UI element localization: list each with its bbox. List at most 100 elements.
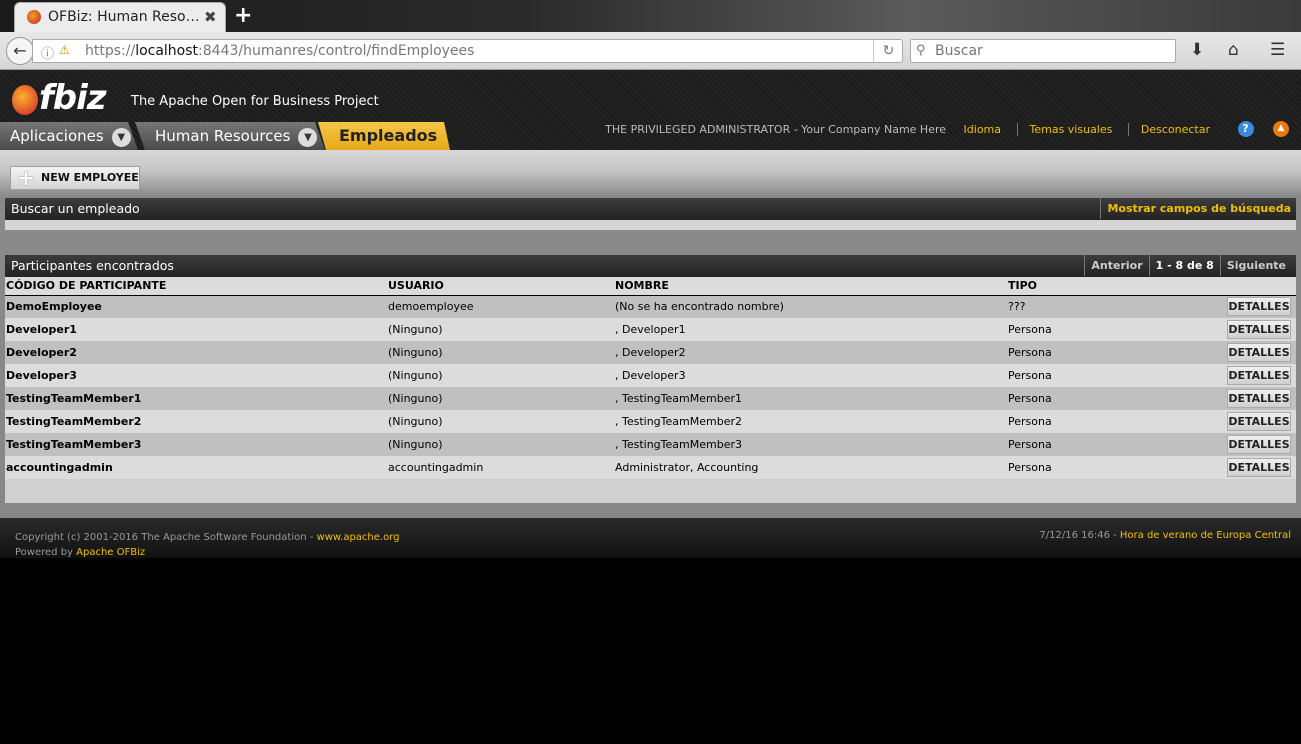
column-header-user[interactable]: USUARIO (387, 277, 614, 296)
new-employee-button[interactable]: + NEW EMPLOYEE (10, 166, 140, 190)
chevron-down-icon[interactable]: ▼ (298, 128, 318, 147)
tab-employees[interactable]: Empleados (318, 122, 450, 150)
actions-cell: DETALLES (1216, 318, 1296, 341)
search-panel-body (5, 220, 1296, 230)
close-tab-icon[interactable]: ✖ (204, 8, 217, 26)
download-icon[interactable]: ⬇ (1190, 40, 1204, 60)
party-id-cell[interactable]: Developer2 (5, 341, 387, 364)
collapse-header-icon[interactable]: ▲ (1273, 121, 1289, 137)
party-id-cell[interactable]: accountingadmin (5, 456, 387, 479)
user-cell: (Ninguno) (387, 341, 614, 364)
browser-search-bar[interactable]: ⚲ (910, 39, 1176, 63)
party-id-cell[interactable]: Developer1 (5, 318, 387, 341)
menu-icon[interactable]: ☰ (1270, 40, 1285, 60)
info-icon[interactable]: ⓘ (41, 43, 54, 62)
table-row: TestingTeamMember1 (Ninguno), TestingTeam… (5, 387, 1296, 410)
help-icon[interactable]: ? (1237, 121, 1254, 137)
party-id-cell[interactable]: TestingTeamMember3 (5, 433, 387, 456)
type-cell: Persona (1007, 364, 1216, 387)
name-cell: , TestingTeamMember3 (614, 433, 1007, 456)
footer: Copyright (c) 2001-2016 The Apache Softw… (0, 518, 1301, 558)
themes-link[interactable]: Temas visuales (1016, 122, 1125, 136)
timezone-link[interactable]: Hora de verano de Europa Central (1120, 530, 1291, 541)
url-bar[interactable]: ⓘ ⚠ https://localhost:8443/humanres/cont… (32, 39, 903, 63)
details-button[interactable]: DETALLES (1227, 389, 1291, 408)
apache-link[interactable]: www.apache.org (317, 532, 400, 543)
column-header-actions (1216, 277, 1296, 296)
show-search-fields-link[interactable]: Mostrar campos de búsqueda (1100, 198, 1291, 219)
name-cell: (No se ha encontrado nombre) (614, 295, 1007, 318)
home-icon[interactable]: ⌂ (1228, 40, 1239, 60)
party-id-cell[interactable]: TestingTeamMember1 (5, 387, 387, 410)
name-cell: Administrator, Accounting (614, 456, 1007, 479)
tagline: The Apache Open for Business Project (131, 94, 379, 109)
tab-human-resources-label: Human Resources (155, 127, 291, 145)
column-header-party-id[interactable]: CÓDIGO DE PARTICIPANTE (5, 277, 387, 296)
details-button[interactable]: DETALLES (1227, 320, 1291, 339)
new-employee-label: NEW EMPLOYEE (41, 171, 139, 184)
reload-icon[interactable]: ↻ (873, 40, 903, 62)
lock-warning-icon[interactable]: ⚠ (59, 43, 70, 57)
search-panel-header: Buscar un empleado Mostrar campos de bús… (5, 198, 1296, 220)
results-panel-header: Participantes encontrados Anterior 1 - 8 … (5, 255, 1296, 277)
details-button[interactable]: DETALLES (1227, 458, 1291, 477)
name-cell: , TestingTeamMember2 (614, 410, 1007, 433)
actions-cell: DETALLES (1216, 295, 1296, 318)
logout-link[interactable]: Desconectar (1127, 122, 1222, 136)
pager-previous[interactable]: Anterior (1084, 255, 1148, 276)
actions-cell: DETALLES (1216, 364, 1296, 387)
details-button[interactable]: DETALLES (1227, 297, 1291, 317)
column-header-name[interactable]: NOMBRE (614, 277, 1007, 296)
ofbiz-header: fbiz The Apache Open for Business Projec… (0, 70, 1301, 150)
chevron-down-icon[interactable]: ▼ (111, 128, 131, 147)
url-path: :8443/humanres/control/findEmployees (198, 43, 475, 59)
browser-tab[interactable]: OFBiz: Human Reso… ✖ (14, 2, 226, 32)
tab-human-resources[interactable]: Human Resources ▼ (135, 122, 325, 150)
ofbiz-logo-mark-icon (12, 84, 38, 115)
type-cell: Persona (1007, 318, 1216, 341)
browser-tab-title: OFBiz: Human Reso… (48, 9, 198, 25)
name-cell: , Developer3 (614, 364, 1007, 387)
language-link[interactable]: Idioma (950, 123, 1013, 136)
details-button[interactable]: DETALLES (1227, 366, 1291, 385)
party-id-cell[interactable]: DemoEmployee (5, 295, 387, 318)
actions-cell: DETALLES (1216, 410, 1296, 433)
details-button[interactable]: DETALLES (1227, 343, 1291, 362)
browser-tab-strip: OFBiz: Human Reso… ✖ + (0, 0, 1301, 32)
search-panel-title: Buscar un empleado (11, 201, 140, 216)
user-cell: (Ninguno) (387, 318, 614, 341)
user-cell: accountingadmin (387, 456, 614, 479)
ofbiz-logo[interactable]: fbiz (12, 78, 107, 118)
pager-next[interactable]: Siguiente (1219, 255, 1292, 276)
table-row: TestingTeamMember2 (Ninguno), TestingTeam… (5, 410, 1296, 433)
name-cell: , Developer1 (614, 318, 1007, 341)
actions-cell: DETALLES (1216, 341, 1296, 364)
back-button[interactable]: ← (6, 37, 34, 65)
back-arrow-icon: ← (13, 41, 27, 60)
table-row: Developer1 (Ninguno), Developer1 Persona DE… (5, 318, 1296, 341)
table-body: DemoEmployee demoemployee (No se ha encont… (5, 295, 1296, 479)
timestamp: 7/12/16 16:46 - (1039, 530, 1120, 541)
footer-left: Copyright (c) 2001-2016 The Apache Softw… (15, 530, 399, 560)
user-cell: (Ninguno) (387, 433, 614, 456)
results-panel-title: Participantes encontrados (11, 258, 174, 273)
user-cell: (Ninguno) (387, 410, 614, 433)
table-row: Developer3 (Ninguno), Developer3 Persona DE… (5, 364, 1296, 387)
column-header-type[interactable]: TIPO (1007, 277, 1216, 296)
tab-applications[interactable]: Aplicaciones ▼ (0, 122, 138, 150)
details-button[interactable]: DETALLES (1227, 412, 1291, 431)
party-id-cell[interactable]: TestingTeamMember2 (5, 410, 387, 433)
new-tab-button[interactable]: + (234, 3, 252, 28)
actions-cell: DETALLES (1216, 456, 1296, 479)
browser-search-input[interactable] (935, 42, 1170, 60)
details-button[interactable]: DETALLES (1227, 435, 1291, 454)
party-id-cell[interactable]: Developer3 (5, 364, 387, 387)
name-cell: , TestingTeamMember1 (614, 387, 1007, 410)
plus-icon: + (17, 166, 35, 190)
ofbiz-favicon-icon (27, 10, 41, 24)
url-text[interactable]: https://localhost:8443/humanres/control/… (85, 43, 474, 59)
type-cell: Persona (1007, 410, 1216, 433)
app-navigation: Aplicaciones ▼ Human Resources ▼ Empleados (0, 122, 460, 150)
user-cell: (Ninguno) (387, 364, 614, 387)
ofbiz-link[interactable]: Apache OFBiz (76, 547, 145, 558)
